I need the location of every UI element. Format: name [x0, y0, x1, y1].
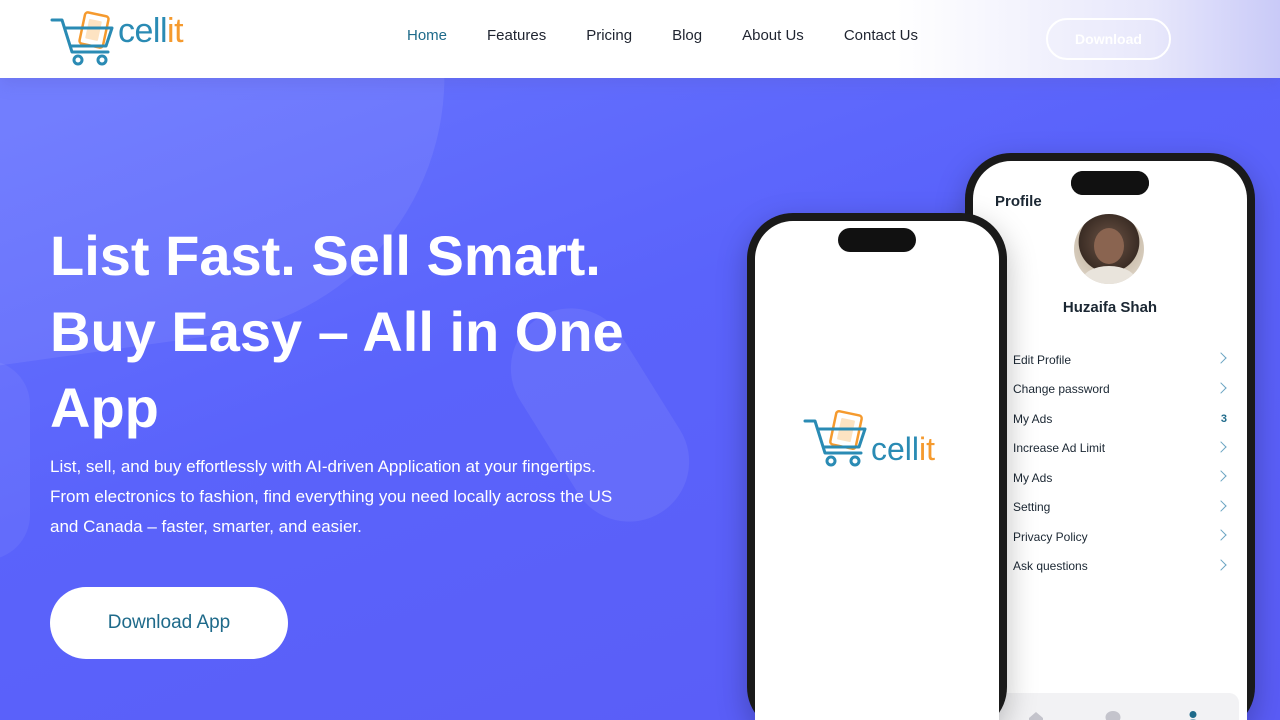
hero-headline-line: Buy Easy – All in One [50, 300, 624, 363]
menu-item-privacy-policy[interactable]: Privacy Policy [1013, 522, 1233, 552]
menu-item-label: Setting [1013, 500, 1051, 515]
site-header: cellit Home Features Pricing Blog About … [0, 0, 1280, 78]
nav-about-us[interactable]: About Us [742, 26, 804, 46]
profile-menu: Edit Profile Change password My Ads 3 In… [1013, 345, 1233, 581]
profile-icon[interactable] [1184, 709, 1202, 720]
chevron-right-icon [1215, 470, 1227, 482]
hero-headline-line: App [50, 376, 159, 439]
nav-blog[interactable]: Blog [672, 26, 702, 46]
nav-pricing[interactable]: Pricing [586, 26, 632, 46]
hero-headline: List Fast. Sell Smart. Buy Easy – All in… [50, 218, 690, 446]
menu-item-change-password[interactable]: Change password [1013, 375, 1233, 405]
splash-logo-text: cellit [871, 431, 936, 467]
chevron-right-icon [1215, 529, 1227, 541]
menu-item-label: Increase Ad Limit [1013, 441, 1106, 456]
download-button[interactable]: Download [1046, 18, 1171, 60]
chevron-right-icon [1215, 558, 1227, 571]
ads-count-badge: 3 [1220, 412, 1227, 425]
menu-item-label: Privacy Policy [1013, 529, 1088, 544]
phone-screen: cellit [755, 221, 999, 720]
menu-item-setting[interactable]: Setting [1013, 493, 1233, 523]
menu-item-edit-profile[interactable]: Edit Profile [1013, 345, 1233, 375]
menu-item-ask-questions[interactable]: Ask questions [1013, 552, 1233, 582]
profile-username: Huzaifa Shah [1062, 299, 1158, 316]
menu-item-label: Edit Profile [1013, 352, 1072, 367]
logo-text: cellit [118, 12, 184, 50]
profile-title: Profile [995, 193, 1042, 210]
avatar [1074, 214, 1144, 284]
hero-subtext: List, sell, and buy effortlessly with AI… [50, 457, 613, 536]
menu-item-label: Ask questions [1013, 559, 1088, 574]
chevron-right-icon [1215, 381, 1227, 394]
menu-item-label: My Ads [1013, 470, 1053, 485]
hero-headline-line: List Fast. Sell Smart. [50, 224, 601, 287]
nav-features[interactable]: Features [487, 26, 546, 46]
menu-item-label: My Ads [1013, 411, 1053, 426]
phone-mockup-splash: cellit [747, 213, 1007, 720]
chat-icon[interactable] [1104, 709, 1122, 720]
menu-item-my-ads[interactable]: My Ads 3 [1013, 404, 1233, 434]
bottom-tab-bar [981, 693, 1239, 720]
dynamic-island [838, 228, 916, 252]
main-nav: Home Features Pricing Blog About Us Cont… [407, 26, 958, 46]
chevron-right-icon [1215, 440, 1227, 453]
download-app-button[interactable]: Download App [50, 587, 288, 659]
hero-section: List Fast. Sell Smart. Buy Easy – All in… [0, 0, 1280, 720]
home-icon[interactable] [1027, 709, 1045, 720]
dynamic-island [1071, 171, 1149, 195]
menu-item-label: Change password [1013, 382, 1110, 397]
decorative-blob [0, 360, 30, 560]
nav-contact-us[interactable]: Contact Us [844, 26, 918, 46]
menu-item-my-ads-2[interactable]: My Ads [1013, 463, 1233, 493]
menu-item-increase-ad-limit[interactable]: Increase Ad Limit [1013, 434, 1233, 464]
nav-home[interactable]: Home [407, 26, 447, 46]
chevron-right-icon [1215, 499, 1227, 512]
phone-screen: Profile Huzaifa Shah Edit Profile Change… [973, 161, 1247, 720]
chevron-right-icon [1215, 352, 1227, 364]
phone-mockup-profile: Profile Huzaifa Shah Edit Profile Change… [965, 153, 1255, 720]
